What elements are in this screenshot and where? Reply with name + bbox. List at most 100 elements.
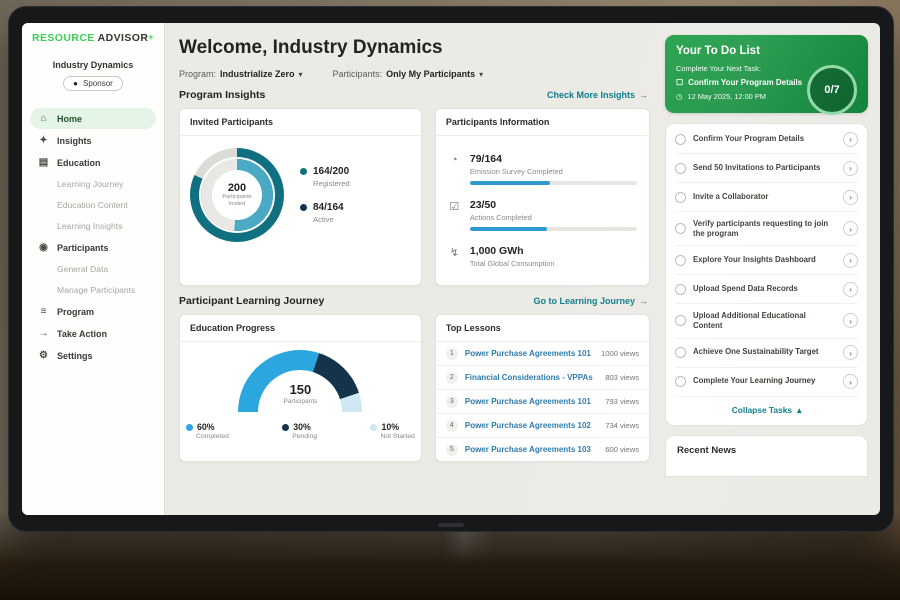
chevron-right-icon[interactable]: › bbox=[843, 190, 858, 205]
sponsor-badge[interactable]: ● Sponsor bbox=[63, 76, 123, 91]
todo-task-item[interactable]: Upload Additional Educational Content › bbox=[675, 304, 858, 338]
lesson-rank: 3 bbox=[446, 396, 458, 408]
chevron-right-icon[interactable]: › bbox=[843, 374, 858, 389]
sponsor-badge-label: Sponsor bbox=[83, 79, 113, 88]
lesson-views: 803 views bbox=[605, 373, 639, 382]
sidebar-nav-item[interactable]: ◉ Participants bbox=[30, 237, 156, 258]
sidebar-nav-item[interactable]: ≡ Program bbox=[30, 301, 156, 322]
lesson-link[interactable]: Power Purchase Agreements 101 bbox=[465, 397, 598, 406]
program-insights-cards: Invited Participants 200 Participants In… bbox=[179, 108, 650, 286]
task-label: Upload Additional Educational Content bbox=[693, 311, 836, 331]
lesson-link[interactable]: Power Purchase Agreements 101 bbox=[465, 349, 594, 358]
nav-item-label: Home bbox=[57, 114, 82, 124]
invited-legend: 164/200 Registered 84/164 bbox=[300, 166, 350, 224]
legend-item: 84/164 Active bbox=[300, 202, 350, 224]
task-checkbox[interactable] bbox=[675, 376, 686, 387]
task-checkbox[interactable] bbox=[675, 315, 686, 326]
legend-dot bbox=[370, 424, 377, 431]
invited-donut: 200 Participants Invited bbox=[190, 148, 284, 242]
sidebar-nav-item[interactable]: Manage Participants bbox=[30, 280, 156, 300]
monitor-bezel: RESOURCE ADVISOR+ Industry Dynamics ● Sp… bbox=[8, 6, 894, 532]
sidebar-nav-item[interactable]: Learning Insights bbox=[30, 216, 156, 236]
lesson-link[interactable]: Power Purchase Agreements 103 bbox=[465, 445, 598, 454]
lesson-views: 600 views bbox=[605, 445, 639, 454]
chevron-right-icon[interactable]: › bbox=[843, 221, 858, 236]
education-progress-card: Education Progress 150 Participants bbox=[179, 314, 422, 462]
lesson-views: 1000 views bbox=[601, 349, 639, 358]
task-checkbox[interactable] bbox=[675, 284, 686, 295]
learning-journey-cards: Education Progress 150 Participants bbox=[179, 314, 650, 462]
main-content: Welcome, Industry Dynamics Program: Indu… bbox=[165, 23, 662, 515]
lesson-rank: 5 bbox=[446, 444, 458, 456]
legend-value: 164/200 bbox=[313, 166, 349, 177]
legend-item: 30% Pending bbox=[282, 422, 317, 440]
top-lessons-title: Top Lessons bbox=[436, 315, 649, 342]
task-checkbox[interactable] bbox=[675, 163, 686, 174]
todo-task-item[interactable]: Upload Spend Data Records › bbox=[675, 275, 858, 304]
info-row: ☑ 23/50 Actions Completed bbox=[446, 192, 639, 238]
sidebar-nav-item[interactable]: → Take Action bbox=[30, 323, 156, 344]
go-to-learning-journey-link[interactable]: Go to Learning Journey → bbox=[533, 296, 648, 306]
gauge-center-value: 150 bbox=[290, 382, 312, 397]
nav-item-icon: ⚙ bbox=[38, 350, 49, 361]
nav-item-icon: ▤ bbox=[38, 157, 49, 168]
logo-text-primary: RESOURCE bbox=[32, 32, 95, 44]
checkbox-icon: ☐ bbox=[676, 78, 683, 87]
task-checkbox[interactable] bbox=[675, 223, 686, 234]
recent-news-card: Recent News bbox=[665, 435, 868, 477]
todo-task-item[interactable]: Invite a Collaborator › bbox=[675, 183, 858, 212]
task-checkbox[interactable] bbox=[675, 192, 686, 203]
chevron-right-icon[interactable]: › bbox=[843, 161, 858, 176]
legend-item: 10% Not Started bbox=[370, 422, 414, 440]
check-more-insights-link[interactable]: Check More Insights → bbox=[547, 90, 648, 100]
task-checkbox[interactable] bbox=[675, 347, 686, 358]
todo-due-label: 12 May 2025, 12:00 PM bbox=[687, 92, 765, 101]
todo-task-item[interactable]: Explore Your Insights Dashboard › bbox=[675, 246, 858, 275]
sidebar-nav-item[interactable]: General Data bbox=[30, 259, 156, 279]
chevron-right-icon[interactable]: › bbox=[843, 313, 858, 328]
todo-task-item[interactable]: Achieve One Sustainability Target › bbox=[675, 339, 858, 368]
program-filter-label: Program: bbox=[179, 69, 216, 79]
task-checkbox[interactable] bbox=[675, 134, 686, 145]
info-row-icon: ◔ bbox=[448, 153, 461, 185]
top-lessons-card: Top Lessons 1 Power Purchase Agreements … bbox=[435, 314, 650, 462]
monitor-logo bbox=[438, 523, 464, 527]
sidebar-nav-item[interactable]: ▤ Education bbox=[30, 152, 156, 173]
legend-item: 164/200 Registered bbox=[300, 166, 350, 188]
program-filter-dropdown[interactable]: Program: Industrialize Zero ▾ bbox=[179, 69, 303, 79]
lesson-link[interactable]: Financial Considerations - VPPAs bbox=[465, 373, 598, 382]
chevron-right-icon[interactable]: › bbox=[843, 132, 858, 147]
sidebar-nav-item[interactable]: ✦ Insights bbox=[30, 130, 156, 151]
top-lessons-list: 1 Power Purchase Agreements 101 1000 vie… bbox=[436, 342, 649, 461]
sidebar-nav-item[interactable]: Learning Journey bbox=[30, 174, 156, 194]
invited-center-value: 200 bbox=[228, 182, 246, 194]
todo-next-task[interactable]: ☐ Confirm Your Program Details bbox=[676, 78, 806, 87]
task-checkbox[interactable] bbox=[675, 255, 686, 266]
task-label: Upload Spend Data Records bbox=[693, 284, 836, 294]
todo-task-item[interactable]: Send 50 Invitations to Participants › bbox=[675, 154, 858, 183]
progress-bar-fill bbox=[470, 227, 547, 231]
todo-task-item[interactable]: Confirm Your Program Details › bbox=[675, 125, 858, 154]
lesson-row: 4 Power Purchase Agreements 102 734 view… bbox=[436, 414, 649, 438]
chevron-right-icon[interactable]: › bbox=[843, 345, 858, 360]
legend-dot bbox=[300, 168, 307, 175]
nav-item-label: Education bbox=[57, 158, 101, 168]
sidebar-nav-item[interactable]: Education Content bbox=[30, 195, 156, 215]
collapse-tasks-button[interactable]: Collapse Tasks ▴ bbox=[675, 396, 858, 424]
filter-bar: Program: Industrialize Zero ▾ Participan… bbox=[179, 69, 650, 79]
participants-filter-dropdown[interactable]: Participants: Only My Participants ▾ bbox=[333, 69, 484, 79]
task-label: Explore Your Insights Dashboard bbox=[693, 255, 836, 265]
legend-value: 60% bbox=[197, 422, 215, 432]
chevron-right-icon[interactable]: › bbox=[843, 282, 858, 297]
lesson-link[interactable]: Power Purchase Agreements 102 bbox=[465, 421, 598, 430]
todo-task-item[interactable]: Verify participants requesting to join t… bbox=[675, 212, 858, 246]
todo-task-item[interactable]: Complete Your Learning Journey › bbox=[675, 368, 858, 396]
clock-icon: ◷ bbox=[676, 92, 682, 101]
page-title: Welcome, Industry Dynamics bbox=[179, 37, 650, 59]
chevron-right-icon[interactable]: › bbox=[843, 253, 858, 268]
task-label: Invite a Collaborator bbox=[693, 192, 836, 202]
legend-item: 60% Completed bbox=[186, 422, 229, 440]
todo-title: Your To Do List bbox=[676, 45, 857, 57]
sidebar-nav-item[interactable]: ⌂ Home bbox=[30, 108, 156, 129]
sidebar-nav-item[interactable]: ⚙ Settings bbox=[30, 345, 156, 366]
